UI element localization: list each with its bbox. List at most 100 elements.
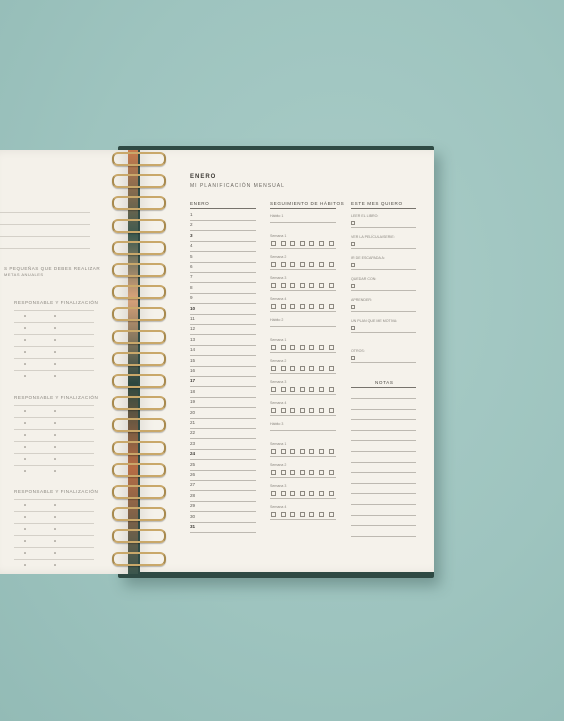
want-checkbox [351,284,355,288]
habit-checkbox [290,283,296,288]
habit-checkbox [290,262,296,267]
left-dot [54,375,56,377]
want-checkbox [351,242,355,246]
left-dot [24,351,26,353]
day-rule [190,438,256,440]
left-dot [54,315,56,317]
week-rule [270,352,336,353]
day-number: 31 [190,524,196,529]
day-number: 23 [190,440,196,446]
want-rule [351,269,416,270]
habit-checkbox [319,366,324,371]
days-heading-rule [190,208,256,209]
day-rule [190,324,256,325]
habit-checkbox [280,241,286,246]
spiral-ring [112,440,166,455]
habit-checkbox [309,408,315,413]
habit-checkbox [319,470,324,475]
left-page: S PEQUEÑAS QUE DEBES REALIZAR METAS ANUA… [0,150,128,574]
notes-line [351,514,416,516]
day-number: 19 [190,399,196,405]
notes-line [351,504,416,505]
habit-label: Hábito 1 [270,214,284,218]
habit-checkbox [280,304,286,309]
day-number: 25 [190,461,196,467]
habit-checkbox [290,304,296,309]
day-rule [190,344,256,346]
month-subtitle: MI PLANIFICACIÓN MENSUAL [190,183,285,189]
left-dot [54,410,56,412]
habit-checkbox [309,304,315,309]
left-rule [14,370,94,371]
habit-checkbox [319,512,324,517]
week-rule [270,290,336,291]
want-rule [351,248,416,249]
habit-rule [270,326,336,327]
habit-label: Hábito 2 [270,318,284,322]
notes-line [351,482,416,484]
day-rule [190,355,256,357]
left-dot [54,339,56,341]
habit-checkbox [328,408,334,413]
want-label: OTROS: [351,349,365,353]
week-label: Semana 3 [270,276,287,280]
habit-checkbox [319,262,324,267]
habit-checkbox [290,241,296,246]
habit-checkbox [319,491,324,496]
left-rule [14,523,94,524]
left-dot [24,470,26,472]
left-top-rule [0,212,90,213]
notes-line [351,419,416,421]
day-rule [190,480,256,481]
day-number: 12 [190,326,196,332]
section-label-3: RESPONSABLE Y FINALIZACIÓN [14,489,99,494]
spiral-ring [112,529,166,544]
day-rule [190,396,256,398]
habit-checkbox [271,387,276,392]
day-number: 11 [190,316,195,321]
left-dot [24,552,26,554]
day-rule [190,386,256,388]
notes-line [351,493,416,495]
day-rule [190,448,256,450]
notes-line [351,429,416,431]
notes-heading: NOTAS [375,380,394,385]
habits-column-heading: SEGUIMIENTO DE HÁBITOS [270,201,345,206]
notes-line [351,461,416,463]
spiral-ring [112,374,166,388]
habit-checkbox [280,449,286,454]
left-dot [24,528,26,530]
habit-checkbox [299,283,305,288]
wants-column-heading: ESTE MES QUIERO [351,201,403,206]
day-number: 5 [190,253,193,259]
day-number: 15 [190,357,196,363]
spiral-ring [112,263,166,277]
habit-checkbox [271,491,276,496]
spiral-ring [112,174,166,189]
left-dot [54,446,56,448]
day-rule [190,469,256,471]
habit-checkbox [319,408,324,413]
habit-rule [270,430,336,431]
want-label: APRENDER: [351,298,372,302]
habit-checkbox [299,345,305,350]
day-number: 14 [190,347,196,353]
want-rule [351,227,416,228]
week-label: Semana 3 [270,484,287,488]
day-number: 18 [190,388,196,394]
spiral-ring [112,218,166,233]
left-rule [14,559,94,560]
day-rule [190,334,256,336]
right-page: ENERO MI PLANIFICACIÓN MENSUAL ENERO SEG… [140,150,434,572]
habit-checkbox [328,241,334,246]
notes-line [351,408,416,410]
week-label: Semana 1 [270,338,287,342]
habit-checkbox [309,366,315,371]
want-label: UN PLAN QUE ME MOTIVA: [351,319,398,323]
left-dot [54,351,56,353]
left-dot [24,540,26,542]
habit-checkbox [299,304,305,309]
habit-checkbox [271,512,276,517]
section-label-1: RESPONSABLE Y FINALIZACIÓN [14,300,99,305]
want-rule [351,290,416,291]
